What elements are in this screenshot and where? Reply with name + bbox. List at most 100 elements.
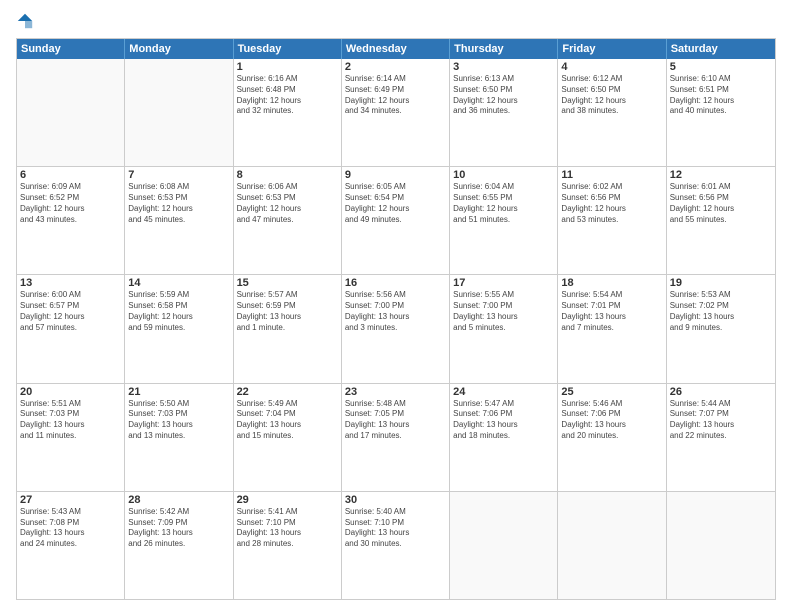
day-cell-13: 13Sunrise: 6:00 AM Sunset: 6:57 PM Dayli… [17, 275, 125, 382]
day-cell-11: 11Sunrise: 6:02 AM Sunset: 6:56 PM Dayli… [558, 167, 666, 274]
day-info: Sunrise: 5:53 AM Sunset: 7:02 PM Dayligh… [670, 290, 772, 333]
day-number: 27 [20, 494, 121, 506]
header-cell-friday: Friday [558, 39, 666, 59]
day-number: 2 [345, 61, 446, 73]
day-cell-19: 19Sunrise: 5:53 AM Sunset: 7:02 PM Dayli… [667, 275, 775, 382]
day-info: Sunrise: 6:09 AM Sunset: 6:52 PM Dayligh… [20, 182, 121, 225]
day-cell-20: 20Sunrise: 5:51 AM Sunset: 7:03 PM Dayli… [17, 384, 125, 491]
header-cell-sunday: Sunday [17, 39, 125, 59]
calendar-row-2: 6Sunrise: 6:09 AM Sunset: 6:52 PM Daylig… [17, 166, 775, 274]
day-number: 18 [561, 277, 662, 289]
day-info: Sunrise: 6:04 AM Sunset: 6:55 PM Dayligh… [453, 182, 554, 225]
day-number: 5 [670, 61, 772, 73]
day-cell-25: 25Sunrise: 5:46 AM Sunset: 7:06 PM Dayli… [558, 384, 666, 491]
header-cell-tuesday: Tuesday [234, 39, 342, 59]
day-info: Sunrise: 5:40 AM Sunset: 7:10 PM Dayligh… [345, 507, 446, 550]
day-number: 12 [670, 169, 772, 181]
day-cell-4: 4Sunrise: 6:12 AM Sunset: 6:50 PM Daylig… [558, 59, 666, 166]
day-info: Sunrise: 5:55 AM Sunset: 7:00 PM Dayligh… [453, 290, 554, 333]
day-cell-9: 9Sunrise: 6:05 AM Sunset: 6:54 PM Daylig… [342, 167, 450, 274]
day-number: 9 [345, 169, 446, 181]
day-info: Sunrise: 6:16 AM Sunset: 6:48 PM Dayligh… [237, 74, 338, 117]
day-info: Sunrise: 6:00 AM Sunset: 6:57 PM Dayligh… [20, 290, 121, 333]
day-number: 22 [237, 386, 338, 398]
day-cell-24: 24Sunrise: 5:47 AM Sunset: 7:06 PM Dayli… [450, 384, 558, 491]
day-number: 6 [20, 169, 121, 181]
day-number: 20 [20, 386, 121, 398]
day-info: Sunrise: 5:46 AM Sunset: 7:06 PM Dayligh… [561, 399, 662, 442]
day-cell-22: 22Sunrise: 5:49 AM Sunset: 7:04 PM Dayli… [234, 384, 342, 491]
day-cell-3: 3Sunrise: 6:13 AM Sunset: 6:50 PM Daylig… [450, 59, 558, 166]
day-info: Sunrise: 6:13 AM Sunset: 6:50 PM Dayligh… [453, 74, 554, 117]
day-cell-21: 21Sunrise: 5:50 AM Sunset: 7:03 PM Dayli… [125, 384, 233, 491]
day-info: Sunrise: 6:14 AM Sunset: 6:49 PM Dayligh… [345, 74, 446, 117]
day-cell-14: 14Sunrise: 5:59 AM Sunset: 6:58 PM Dayli… [125, 275, 233, 382]
logo-icon [16, 12, 34, 30]
day-number: 24 [453, 386, 554, 398]
calendar-row-4: 20Sunrise: 5:51 AM Sunset: 7:03 PM Dayli… [17, 383, 775, 491]
day-cell-empty-0-1 [125, 59, 233, 166]
calendar-header: SundayMondayTuesdayWednesdayThursdayFrid… [17, 39, 775, 59]
day-cell-1: 1Sunrise: 6:16 AM Sunset: 6:48 PM Daylig… [234, 59, 342, 166]
header-cell-thursday: Thursday [450, 39, 558, 59]
day-info: Sunrise: 5:50 AM Sunset: 7:03 PM Dayligh… [128, 399, 229, 442]
day-number: 25 [561, 386, 662, 398]
day-number: 1 [237, 61, 338, 73]
logo [16, 12, 38, 30]
day-number: 13 [20, 277, 121, 289]
day-cell-7: 7Sunrise: 6:08 AM Sunset: 6:53 PM Daylig… [125, 167, 233, 274]
day-info: Sunrise: 6:01 AM Sunset: 6:56 PM Dayligh… [670, 182, 772, 225]
day-info: Sunrise: 5:57 AM Sunset: 6:59 PM Dayligh… [237, 290, 338, 333]
header-cell-saturday: Saturday [667, 39, 775, 59]
day-number: 10 [453, 169, 554, 181]
day-number: 8 [237, 169, 338, 181]
header-cell-wednesday: Wednesday [342, 39, 450, 59]
day-info: Sunrise: 5:42 AM Sunset: 7:09 PM Dayligh… [128, 507, 229, 550]
day-cell-8: 8Sunrise: 6:06 AM Sunset: 6:53 PM Daylig… [234, 167, 342, 274]
day-info: Sunrise: 5:47 AM Sunset: 7:06 PM Dayligh… [453, 399, 554, 442]
day-cell-28: 28Sunrise: 5:42 AM Sunset: 7:09 PM Dayli… [125, 492, 233, 599]
day-info: Sunrise: 6:10 AM Sunset: 6:51 PM Dayligh… [670, 74, 772, 117]
calendar-body: 1Sunrise: 6:16 AM Sunset: 6:48 PM Daylig… [17, 59, 775, 599]
day-cell-17: 17Sunrise: 5:55 AM Sunset: 7:00 PM Dayli… [450, 275, 558, 382]
page: SundayMondayTuesdayWednesdayThursdayFrid… [0, 0, 792, 612]
day-info: Sunrise: 6:08 AM Sunset: 6:53 PM Dayligh… [128, 182, 229, 225]
day-number: 16 [345, 277, 446, 289]
header-cell-monday: Monday [125, 39, 233, 59]
day-cell-empty-0-0 [17, 59, 125, 166]
day-number: 11 [561, 169, 662, 181]
day-number: 28 [128, 494, 229, 506]
day-number: 21 [128, 386, 229, 398]
day-info: Sunrise: 5:59 AM Sunset: 6:58 PM Dayligh… [128, 290, 229, 333]
day-number: 3 [453, 61, 554, 73]
day-number: 4 [561, 61, 662, 73]
day-number: 19 [670, 277, 772, 289]
day-cell-6: 6Sunrise: 6:09 AM Sunset: 6:52 PM Daylig… [17, 167, 125, 274]
day-cell-15: 15Sunrise: 5:57 AM Sunset: 6:59 PM Dayli… [234, 275, 342, 382]
day-info: Sunrise: 5:51 AM Sunset: 7:03 PM Dayligh… [20, 399, 121, 442]
day-number: 23 [345, 386, 446, 398]
day-info: Sunrise: 6:02 AM Sunset: 6:56 PM Dayligh… [561, 182, 662, 225]
day-cell-26: 26Sunrise: 5:44 AM Sunset: 7:07 PM Dayli… [667, 384, 775, 491]
calendar-row-5: 27Sunrise: 5:43 AM Sunset: 7:08 PM Dayli… [17, 491, 775, 599]
day-cell-10: 10Sunrise: 6:04 AM Sunset: 6:55 PM Dayli… [450, 167, 558, 274]
day-cell-5: 5Sunrise: 6:10 AM Sunset: 6:51 PM Daylig… [667, 59, 775, 166]
day-number: 26 [670, 386, 772, 398]
day-number: 14 [128, 277, 229, 289]
calendar-row-3: 13Sunrise: 6:00 AM Sunset: 6:57 PM Dayli… [17, 274, 775, 382]
day-cell-27: 27Sunrise: 5:43 AM Sunset: 7:08 PM Dayli… [17, 492, 125, 599]
day-cell-23: 23Sunrise: 5:48 AM Sunset: 7:05 PM Dayli… [342, 384, 450, 491]
header [16, 12, 776, 30]
day-info: Sunrise: 5:43 AM Sunset: 7:08 PM Dayligh… [20, 507, 121, 550]
day-info: Sunrise: 5:49 AM Sunset: 7:04 PM Dayligh… [237, 399, 338, 442]
day-number: 15 [237, 277, 338, 289]
day-info: Sunrise: 5:41 AM Sunset: 7:10 PM Dayligh… [237, 507, 338, 550]
calendar-row-1: 1Sunrise: 6:16 AM Sunset: 6:48 PM Daylig… [17, 59, 775, 166]
day-cell-2: 2Sunrise: 6:14 AM Sunset: 6:49 PM Daylig… [342, 59, 450, 166]
day-info: Sunrise: 5:48 AM Sunset: 7:05 PM Dayligh… [345, 399, 446, 442]
day-cell-29: 29Sunrise: 5:41 AM Sunset: 7:10 PM Dayli… [234, 492, 342, 599]
day-cell-30: 30Sunrise: 5:40 AM Sunset: 7:10 PM Dayli… [342, 492, 450, 599]
day-cell-empty-4-5 [558, 492, 666, 599]
day-cell-18: 18Sunrise: 5:54 AM Sunset: 7:01 PM Dayli… [558, 275, 666, 382]
day-cell-empty-4-6 [667, 492, 775, 599]
